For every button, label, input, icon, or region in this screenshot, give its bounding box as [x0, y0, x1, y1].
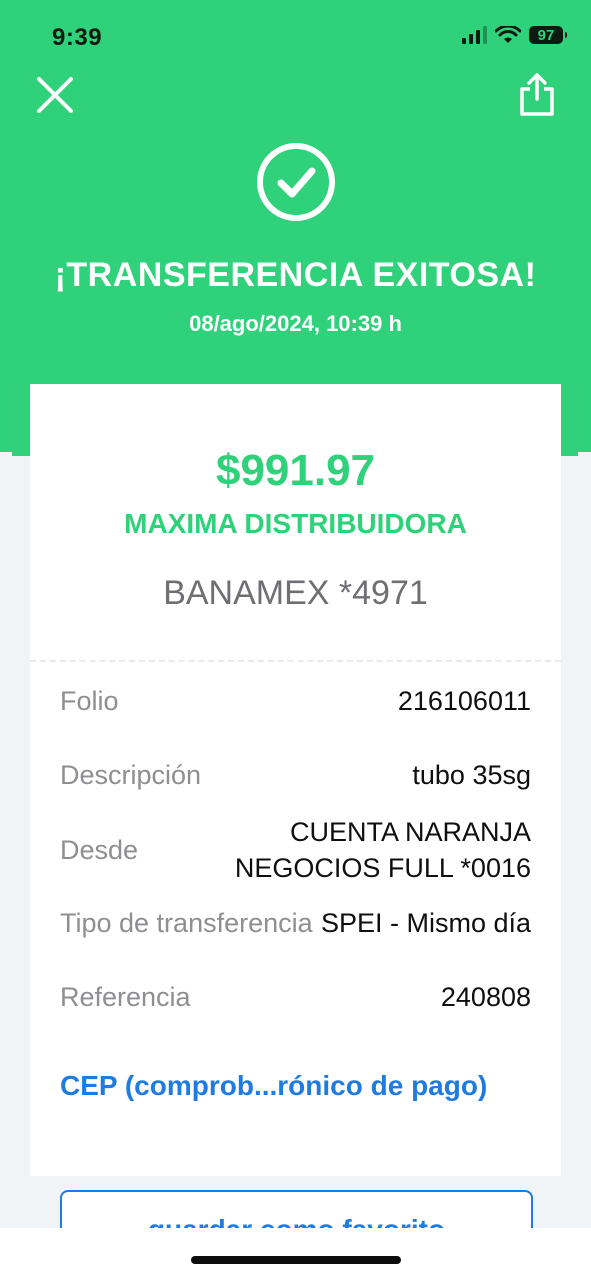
close-icon: [37, 77, 73, 113]
detail-value: 216106011: [397, 685, 531, 716]
recipient-name: MAXIMA DISTRIBUIDORA: [124, 508, 467, 539]
recipient-account: BANAMEX *4971: [163, 574, 428, 612]
status-time: 9:39: [52, 24, 103, 51]
success-check-icon: [257, 143, 335, 221]
detail-row-folio: Folio 216106011: [60, 676, 531, 726]
receipt-card: $991.97 MAXIMA DISTRIBUIDORA BANAMEX *49…: [30, 384, 561, 1176]
detail-value-line: NEGOCIOS FULL *0016: [234, 853, 531, 883]
share-button[interactable]: [513, 66, 561, 124]
status-icons: 97: [461, 26, 567, 44]
detail-label: Tipo de transferencia: [60, 907, 313, 938]
transfer-date: 08/ago/2024, 10:39 h: [189, 311, 402, 336]
status-bar: 9:39 97: [0, 0, 591, 60]
cep-link[interactable]: CEP (comprob...rónico de pago): [60, 1070, 487, 1102]
bottom-bar: [0, 1228, 591, 1280]
wifi-icon: [495, 26, 521, 43]
home-indicator: [191, 1256, 401, 1264]
close-button[interactable]: [30, 66, 80, 124]
detail-row-transfer-type: Tipo de transferencia SPEI - Mismo día: [60, 898, 531, 948]
detail-label: Descripción: [60, 759, 202, 790]
success-title: ¡TRANSFERENCIA EXITOSA!: [54, 256, 537, 294]
share-icon: [520, 73, 554, 116]
signal-icon: [462, 26, 487, 44]
detail-label: Desde: [60, 834, 139, 865]
detail-row-from: Desde CUENTA NARANJA NEGOCIOS FULL *0016: [60, 812, 531, 888]
detail-value: SPEI - Mismo día: [320, 907, 531, 938]
detail-value: CUENTA NARANJA NEGOCIOS FULL *0016: [235, 814, 531, 886]
detail-row-reference: Referencia 240808: [60, 972, 531, 1022]
detail-value: tubo 35sg: [412, 759, 531, 790]
receipt-torn-edge: [30, 1146, 561, 1166]
transfer-receipt-screen: 9:39 97 ¡TRANSFERENCIA EXITOSA! 08/ago/2…: [0, 0, 591, 1280]
battery-icon: 97: [529, 26, 567, 44]
receipt-details: Folio 216106011 Descripción tubo 35sg De…: [60, 676, 531, 1022]
transfer-amount: $991.97: [215, 446, 376, 495]
dashed-divider: [30, 660, 561, 662]
detail-label: Referencia: [60, 981, 191, 1012]
detail-label: Folio: [60, 685, 119, 716]
detail-value: 240808: [440, 981, 531, 1012]
detail-row-description: Descripción tubo 35sg: [60, 750, 531, 800]
receipt-summary: $991.97 MAXIMA DISTRIBUIDORA BANAMEX *49…: [30, 384, 561, 660]
detail-value-line: CUENTA NARANJA: [289, 817, 531, 847]
